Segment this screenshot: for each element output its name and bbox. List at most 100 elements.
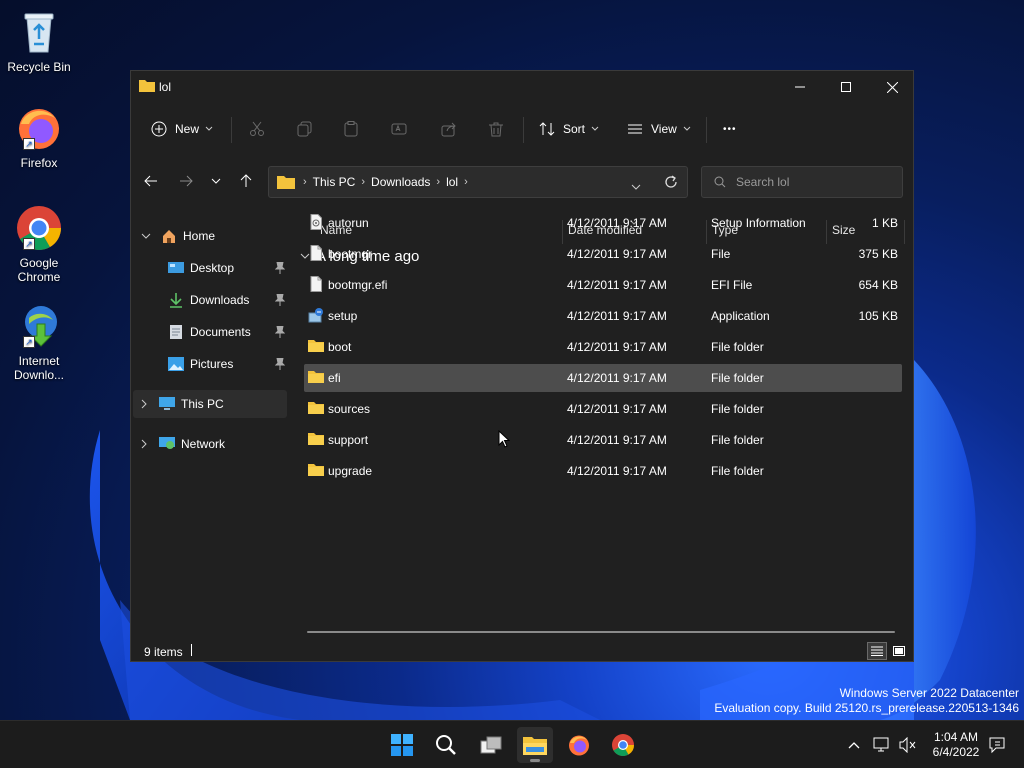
taskbar-firefox[interactable] [561,727,597,763]
table-row[interactable]: bootmgr 4/12/2011 9:17 AM File 375 KB [304,240,902,268]
chevron-down-icon [591,126,599,131]
address-history-button[interactable] [631,179,641,193]
details-view-button[interactable] [867,642,887,660]
desktop-icon-firefox[interactable]: ↗ Firefox [4,104,74,170]
setup-app-icon [308,308,323,323]
download-arrow-icon [170,293,182,308]
navigation-pane: Home Desktop Downloads Documents Picture… [131,208,291,638]
file-type: File folder [711,433,764,447]
table-row[interactable]: bootmgr.efi 4/12/2011 9:17 AM EFI File 654 … [304,271,902,299]
cut-button[interactable] [249,117,265,141]
address-bar[interactable]: › This PC › Downloads › lol › [268,166,688,198]
desktop-icon-google-chrome[interactable]: ↗ Google Chrome [4,204,74,284]
breadcrumb-downloads[interactable]: Downloads [371,175,430,189]
folder-icon [308,340,324,352]
minimize-button[interactable] [777,71,823,103]
horizontal-scrollbar[interactable] [307,631,895,633]
share-button[interactable] [441,117,457,141]
tiles-view-button[interactable] [889,642,909,660]
file-type: EFI File [711,278,753,292]
show-hidden-icons-button[interactable] [844,735,864,755]
table-row[interactable]: boot 4/12/2011 9:17 AM File folder [304,333,902,361]
nav-item-downloads[interactable]: Downloads [131,286,291,314]
new-button[interactable]: New [151,117,213,141]
forward-button[interactable] [174,169,198,193]
search-input[interactable] [736,175,886,189]
nav-item-label: Network [181,437,226,451]
table-row[interactable]: efi 4/12/2011 9:17 AM File folder [304,364,902,392]
internet-download-manager-icon: ↗ [15,302,63,350]
title-bar[interactable]: lol [131,71,913,103]
file-type: File folder [711,340,764,354]
nav-item-documents[interactable]: Documents [131,318,291,346]
system-clock[interactable]: 1:04 AM 6/4/2022 [927,730,985,760]
delete-button[interactable] [488,117,504,141]
file-type: File folder [711,402,764,416]
start-button[interactable] [384,727,420,763]
item-count: 9 items [144,645,183,659]
nav-item-network[interactable]: Network [131,430,291,458]
watermark-line: Evaluation copy. Build 25120.rs_prerelea… [714,701,1019,715]
table-row[interactable]: autorun 4/12/2011 9:17 AM Setup Informatio… [304,209,902,237]
volume-button[interactable] [898,735,918,755]
nav-item-pictures[interactable]: Pictures [131,350,291,378]
chevron-down-icon [141,233,151,239]
search-box[interactable] [701,166,903,198]
copy-button[interactable] [297,117,313,141]
nav-item-this-pc[interactable]: This PC [133,390,287,418]
table-row[interactable]: support 4/12/2011 9:17 AM File folder [304,426,902,454]
up-button[interactable] [234,169,258,193]
recent-locations-button[interactable] [204,169,228,193]
back-button[interactable] [139,169,163,193]
network-status-button[interactable] [872,735,892,755]
file-explorer-icon [523,737,547,755]
nav-item-label: This PC [181,397,224,411]
breadcrumb-this-pc[interactable]: This PC [313,175,356,189]
maximize-button[interactable] [823,71,869,103]
file-name: boot [328,340,352,354]
file-name: efi [328,371,341,385]
nav-item-home[interactable]: Home [131,222,291,250]
document-icon [170,325,182,339]
watermark-line: Windows Server 2022 Datacenter [839,686,1019,700]
nav-item-label: Downloads [190,293,250,307]
firefox-icon: ↗ [15,104,63,152]
mouse-cursor-icon [498,430,510,448]
file-type: File [711,247,731,261]
breadcrumb-lol[interactable]: lol [446,175,458,189]
toolbar-separator [523,117,524,143]
task-view-button[interactable] [473,727,509,763]
search-button[interactable] [428,727,464,763]
taskbar-chrome[interactable] [605,727,641,763]
folder-icon [139,80,155,92]
paste-button[interactable] [343,117,359,141]
desktop-icon-label: Recycle Bin [7,60,71,74]
file-explorer-window: lol New Sort View ••• › This PC › Downlo… [130,70,914,662]
table-row[interactable]: upgrade 4/12/2011 9:17 AM File folder [304,457,902,485]
close-button[interactable] [869,71,915,103]
refresh-button[interactable] [664,175,678,192]
list-view-icon [628,124,642,134]
arrow-up-icon [240,174,252,187]
table-row[interactable]: sources 4/12/2011 9:17 AM File folder [304,395,902,423]
desktop-icon-recycle-bin[interactable]: Recycle Bin [4,8,74,74]
rename-button[interactable] [391,117,407,141]
chevron-down-icon [205,126,213,131]
setup-info-icon [310,214,322,230]
chevron-down-icon [211,178,221,184]
file-name: bootmgr [328,247,373,261]
nav-item-label: Documents [190,325,251,339]
column-separator[interactable] [904,220,905,244]
desktop-icon-internet-download[interactable]: ↗ Internet Downlo... [4,302,74,382]
more-options-button[interactable]: ••• [723,117,737,141]
taskbar-file-explorer[interactable] [517,727,553,763]
file-icon [310,245,322,261]
file-size: 375 KB [858,247,898,261]
nav-item-desktop[interactable]: Desktop [131,254,291,282]
view-button[interactable]: View [627,117,691,141]
arrow-left-icon [144,175,157,187]
sort-button[interactable]: Sort [539,117,599,141]
notifications-button[interactable] [987,735,1007,755]
volume-muted-icon [899,737,916,753]
table-row[interactable]: setup 4/12/2011 9:17 AM Application 105 KB [304,302,902,330]
